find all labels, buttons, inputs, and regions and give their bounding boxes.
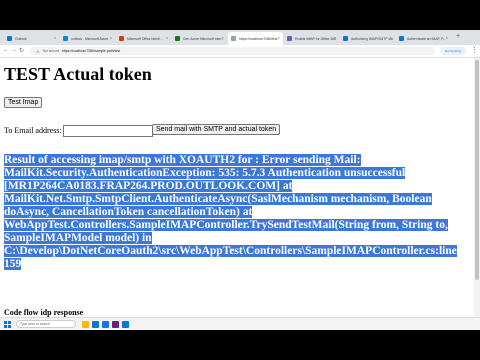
taskbar: Type here to search [0,317,480,330]
tab-favicon-icon [175,36,180,41]
screen: Outlook × outlook - Microsoft Azure × Micros… [0,30,480,330]
letterbox-bottom [0,330,480,360]
code-flow-heading: Code flow idp response [4,308,84,317]
result-line-text: MailKit.Net.Smtp.SmtpClient.Authenticate… [4,193,432,205]
result-text: Result of accessing imap/smtp with XOAUT… [4,154,464,271]
tab-label: Microsoft Office Identi... [127,36,163,41]
tab-label: Authenticate an IMAP, P... [407,36,446,41]
security-label: Not secure [42,49,59,53]
visual-studio-icon[interactable] [112,321,119,328]
back-icon[interactable]: ← [3,47,9,53]
tab-close-icon[interactable]: × [278,35,280,40]
send-mail-button[interactable]: Send mail with SMTP and actual token [152,124,281,135]
tab-close-icon[interactable]: × [222,35,224,40]
email-label: To Email address: [4,126,62,135]
tab-strip: Outlook × outlook - Microsoft Azure × Micros… [0,30,480,45]
browser-tab[interactable]: outlook - Microsoft Azure × [60,32,115,45]
tab-favicon-icon [119,36,124,41]
page-content: TEST Actual token Test Imap To Email add… [0,58,474,330]
tab-label: Outlook [15,36,27,41]
result-line: MailKit.Security.AuthenticationException… [4,167,464,180]
reload-icon[interactable]: ↻ [19,47,24,54]
browser-tab[interactable]: Outlook × [4,32,59,45]
taskbar-search-placeholder: Type here to search [20,322,50,326]
url-text: https://localhost:7086/sample-path/test [62,49,121,53]
result-line-text: WebAppTest.Controllers.SampleIMAPControl… [4,219,448,231]
browser-tab[interactable]: Authorizing IMAP/SMTP via × [340,32,395,45]
tab-favicon-icon [231,36,236,41]
page-title: TEST Actual token [4,64,152,84]
outlook-icon[interactable] [122,321,129,328]
tab-close-icon[interactable]: × [446,35,448,40]
tab-label: outlook - Microsoft Azure [71,36,109,41]
not-secure-icon: ⚠ [36,48,40,54]
taskbar-search[interactable]: Type here to search [16,320,76,328]
result-line-text: MailKit.Security.AuthenticationException… [4,167,406,179]
tab-close-icon[interactable]: × [166,35,168,40]
browser-tab[interactable]: Get: Azure Microsoft Iden... × [172,32,227,45]
scrollbar-thumb[interactable] [475,60,479,280]
result-line: MailKit.Net.Smtp.SmtpClient.Authenticate… [4,193,464,206]
result-line-text: C:\Develop\DotNetCoreOauth2\src\WebAppTe… [4,245,457,257]
new-tab-icon[interactable]: + [456,33,460,40]
result-line-text: 159 [4,258,22,270]
email-input[interactable] [63,125,153,137]
chrome-icon[interactable] [102,321,109,328]
result-line-text: SampleIMAPModel model) in [4,232,152,244]
file-explorer-icon[interactable] [82,321,89,328]
tab-label: https://localhost:7086/test [239,36,278,41]
result-line-text: [MR1P264CA0183.FRAP264.PROD.OUTLOOK.COM]… [4,180,293,192]
browser-tab[interactable]: Enable IMAP for Office 365 × [284,32,339,45]
result-line: WebAppTest.Controllers.SampleIMAPControl… [4,219,464,232]
tab-label: Enable IMAP for Office 365 [295,36,336,41]
tab-favicon-icon [399,36,404,41]
profile-label: Not Syncing [444,49,462,53]
tab-close-icon[interactable]: × [334,35,336,40]
tab-favicon-icon [63,36,68,41]
result-line: [MR1P264CA0183.FRAP264.PROD.OUTLOOK.COM]… [4,180,464,193]
tab-favicon-icon [343,36,348,41]
tab-label: Authorizing IMAP/SMTP via [351,36,393,41]
browser-tab[interactable]: https://localhost:7086/test × [228,32,283,45]
menu-icon[interactable]: ⋮ [471,46,478,54]
vertical-scrollbar[interactable] [474,58,480,330]
browser-tab[interactable]: Authenticate an IMAP, P... × [396,32,451,45]
tab-close-icon[interactable]: × [110,35,112,40]
profile-button[interactable]: Not Syncing [440,47,466,55]
browser-tab[interactable]: Microsoft Office Identi... × [116,32,171,45]
result-line: doAsync, CancellationToken cancellationT… [4,206,464,219]
address-bar: ← → ↻ ⚠ Not secure https://localhost:708… [0,45,480,58]
result-line: SampleIMAPModel model) in [4,232,464,245]
edge-icon[interactable] [92,321,99,328]
tab-close-icon[interactable]: × [390,35,392,40]
tab-close-icon[interactable]: × [54,35,56,40]
result-line-text: Result of accessing imap/smtp with XOAUT… [4,154,361,166]
tab-favicon-icon [287,36,292,41]
test-imap-button[interactable]: Test Imap [4,97,43,108]
tab-label: Get: Azure Microsoft Iden... [183,36,225,41]
result-line: C:\Develop\DotNetCoreOauth2\src\WebAppTe… [4,245,464,258]
result-line-text: doAsync, CancellationToken cancellationT… [4,206,253,218]
url-field[interactable]: ⚠ Not secure https://localhost:7086/samp… [30,47,435,55]
result-line: 159 [4,258,464,271]
tab-favicon-icon [7,36,12,41]
forward-icon[interactable]: → [11,47,17,53]
result-line: Result of accessing imap/smtp with XOAUT… [4,154,464,167]
letterbox-top [0,0,480,30]
windows-start-icon[interactable] [4,321,11,328]
